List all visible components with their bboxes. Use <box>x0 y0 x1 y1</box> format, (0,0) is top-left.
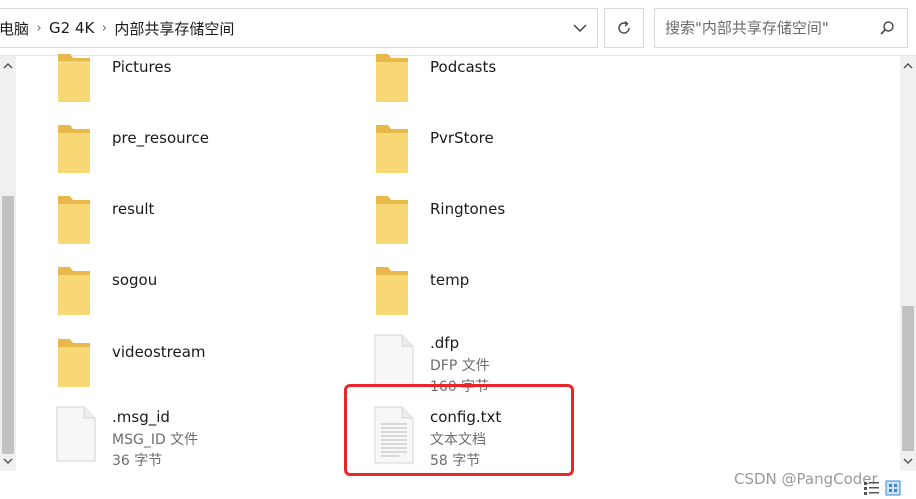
details-view-icon[interactable] <box>864 482 879 495</box>
search-icon[interactable] <box>879 20 895 36</box>
folder-icon <box>376 196 408 244</box>
content-scroll-thumb[interactable] <box>902 306 914 451</box>
item-name: videostream <box>112 343 206 361</box>
item-name: PvrStore <box>430 129 494 147</box>
item-name: .msg_id <box>112 408 170 426</box>
view-mode-icons <box>864 480 901 496</box>
search-box[interactable] <box>654 8 908 48</box>
file-item[interactable]: .dfp DFP 文件 160 字节 <box>374 334 674 395</box>
folder-item[interactable]: result <box>56 192 356 250</box>
address-bar[interactable]: 电脑 › G2 4K › 内部共享存储空间 <box>0 8 598 48</box>
folder-icon <box>58 54 90 102</box>
folder-icon <box>58 267 90 315</box>
folder-icon <box>58 339 90 387</box>
folder-item[interactable]: videostream <box>56 335 356 393</box>
file-icon <box>374 334 414 386</box>
address-toolbar: 电脑 › G2 4K › 内部共享存储空间 <box>0 0 916 56</box>
scroll-up-arrow-icon[interactable] <box>0 58 16 74</box>
folder-item[interactable]: Ringtones <box>374 192 674 250</box>
item-name: pre_resource <box>112 129 209 147</box>
item-type: DFP 文件 <box>430 358 490 374</box>
content-scrollbar[interactable] <box>900 56 916 471</box>
item-name: Ringtones <box>430 200 506 218</box>
file-icon <box>56 406 96 462</box>
folder-item[interactable]: Podcasts <box>374 50 674 108</box>
refresh-icon <box>618 20 630 34</box>
folder-item[interactable]: temp <box>374 263 674 321</box>
breadcrumb-item-storage[interactable]: 内部共享存储空间 <box>114 18 234 39</box>
folder-item[interactable]: PvrStore <box>374 121 674 179</box>
item-name: .dfp <box>430 334 460 352</box>
watermark: CSDN @PangCoder <box>734 470 878 488</box>
breadcrumb: 电脑 › G2 4K › 内部共享存储空间 <box>0 9 234 47</box>
folder-item[interactable]: pre_resource <box>56 121 356 179</box>
breadcrumb-item-device[interactable]: G2 4K <box>49 19 94 37</box>
item-name: Pictures <box>112 58 172 76</box>
refresh-button[interactable] <box>604 8 644 48</box>
item-name: temp <box>430 271 470 289</box>
tiles-view-icon[interactable] <box>885 480 901 496</box>
nav-pane-scroll-thumb[interactable] <box>2 196 14 454</box>
breadcrumb-item-pc[interactable]: 电脑 <box>0 18 29 39</box>
folder-icon <box>376 267 408 315</box>
item-size: 36 字节 <box>112 453 163 469</box>
item-name: Podcasts <box>430 58 497 76</box>
item-name: result <box>112 200 155 218</box>
chevron-right-icon[interactable]: › <box>29 21 49 36</box>
folder-icon <box>376 54 408 102</box>
scroll-down-arrow-icon[interactable] <box>0 453 16 469</box>
scroll-up-arrow-icon[interactable] <box>900 58 916 74</box>
chevron-down-icon[interactable] <box>571 19 589 37</box>
folder-icon <box>58 196 90 244</box>
nav-pane-scrollbar[interactable] <box>0 56 16 471</box>
folder-icon <box>58 125 90 173</box>
highlight-box <box>344 384 574 476</box>
folder-item[interactable]: sogou <box>56 263 356 321</box>
chevron-right-icon[interactable]: › <box>94 21 114 36</box>
file-item[interactable]: .msg_id MSG_ID 文件 36 字节 <box>56 406 356 469</box>
scroll-down-arrow-icon[interactable] <box>900 453 916 469</box>
folder-icon <box>376 125 408 173</box>
item-name: sogou <box>112 271 158 289</box>
item-type: MSG_ID 文件 <box>112 432 199 448</box>
folder-item[interactable]: Pictures <box>56 50 356 108</box>
search-input[interactable] <box>665 19 865 37</box>
